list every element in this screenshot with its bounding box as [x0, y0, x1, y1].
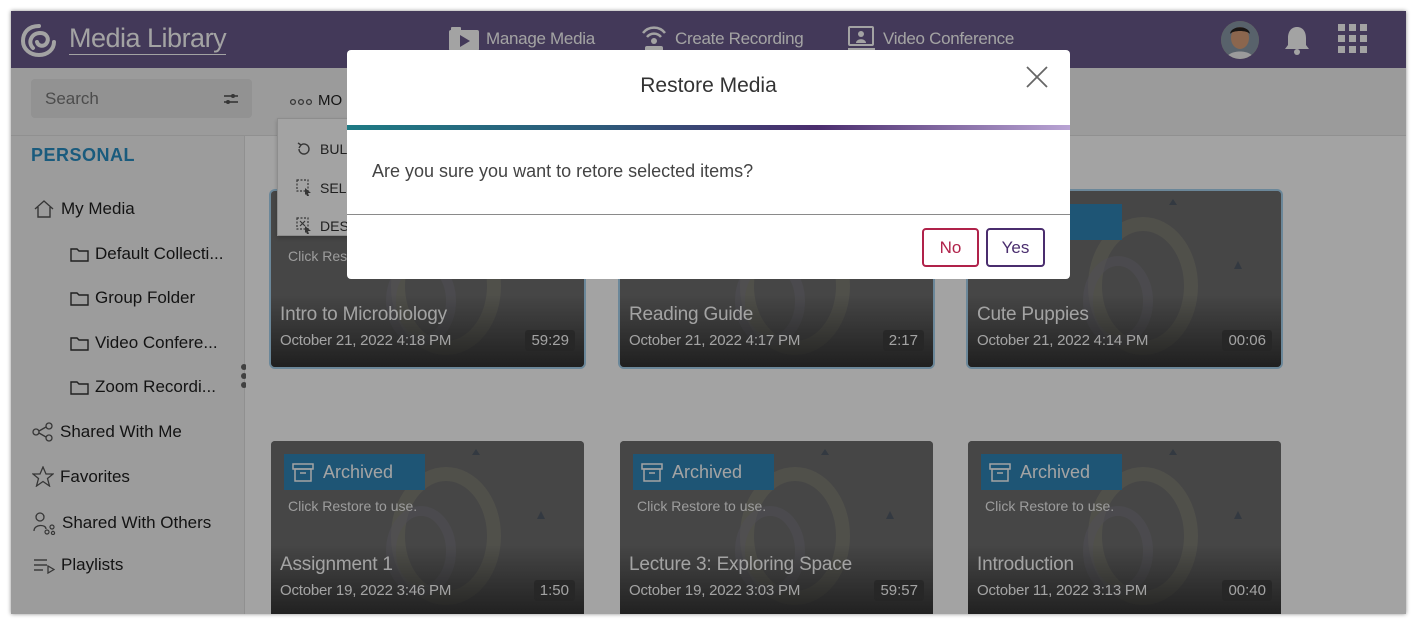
no-button[interactable]: No: [922, 228, 979, 267]
close-icon[interactable]: [1024, 64, 1050, 90]
restore-media-dialog: Restore Media Are you sure you want to r…: [347, 50, 1070, 279]
app-window: Media Library Manage Media Create Record…: [11, 11, 1406, 614]
dialog-divider: [347, 214, 1070, 215]
dialog-accent-bar: [347, 125, 1070, 130]
yes-button[interactable]: Yes: [986, 228, 1045, 267]
dialog-title: Restore Media: [640, 74, 777, 97]
dialog-message: Are you sure you want to retore selected…: [372, 161, 754, 181]
